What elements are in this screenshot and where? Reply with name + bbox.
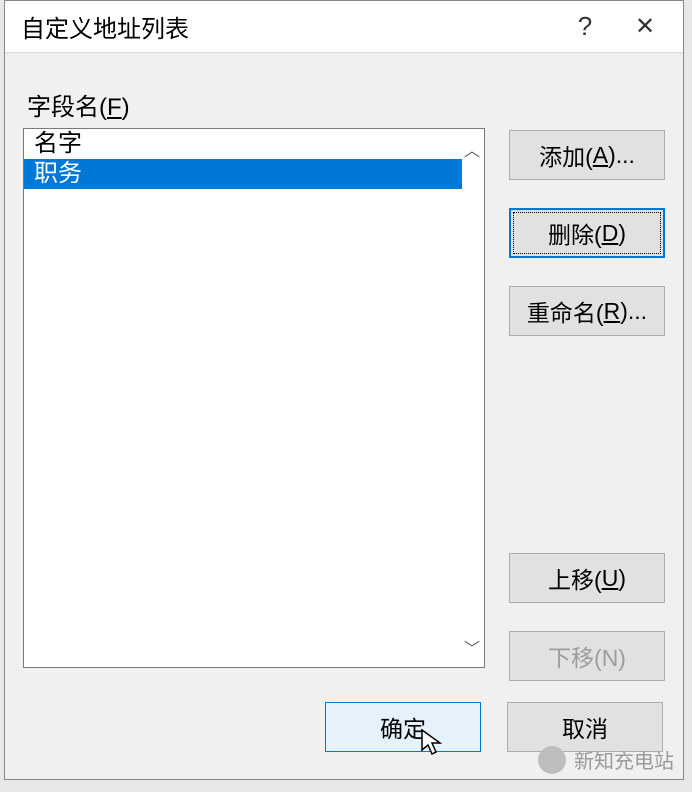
label-pre: 字段名( (27, 94, 107, 121)
field-name-label: 字段名(F) (27, 87, 665, 122)
field-listbox[interactable]: 名字 职务 ︿ ﹀ (23, 128, 485, 668)
move-up-button[interactable]: 上移(U) (509, 553, 665, 603)
dialog-body: 字段名(F) 名字 职务 ︿ ﹀ 添加(A)... 删除(D) 重命名(R) (5, 53, 683, 779)
ok-button[interactable]: 确定 (325, 702, 481, 752)
delete-button[interactable]: 删除(D) (509, 208, 665, 258)
side-buttons: 添加(A)... 删除(D) 重命名(R)... 上移(U) 下移(N) (509, 128, 665, 681)
add-button[interactable]: 添加(A)... (509, 130, 665, 180)
list-item[interactable]: 职务 (24, 159, 462, 189)
move-down-button: 下移(N) (509, 631, 665, 681)
dialog-window: 自定义地址列表 ? ✕ 字段名(F) 名字 职务 ︿ ﹀ 添加(A)... 删除 (4, 0, 684, 780)
rename-button[interactable]: 重命名(R)... (509, 286, 665, 336)
footer-buttons: 确定 取消 (23, 691, 665, 763)
titlebar: 自定义地址列表 ? ✕ (5, 1, 683, 53)
label-post: ) (122, 94, 130, 121)
label-accel: F (107, 94, 122, 121)
mid-row: 名字 职务 ︿ ﹀ 添加(A)... 删除(D) 重命名(R)... 上移( (23, 128, 665, 681)
dialog-title: 自定义地址列表 (21, 9, 555, 44)
scroll-down-icon[interactable]: ﹀ (464, 635, 480, 659)
close-button[interactable]: ✕ (615, 2, 675, 52)
help-button[interactable]: ? (555, 2, 615, 52)
scroll-up-icon[interactable]: ︿ (464, 137, 480, 161)
spacer (509, 364, 665, 525)
list-item[interactable]: 名字 (24, 129, 462, 159)
cancel-button[interactable]: 取消 (507, 702, 663, 752)
